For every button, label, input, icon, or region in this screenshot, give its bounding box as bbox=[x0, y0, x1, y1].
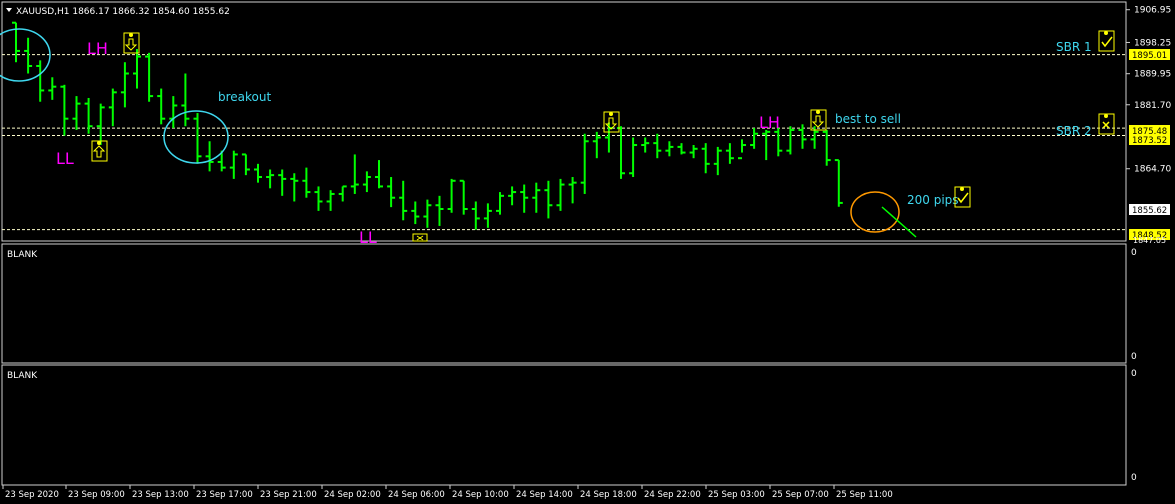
time-label: 24 Sep 22:00 bbox=[644, 490, 701, 500]
time-label: 24 Sep 14:00 bbox=[516, 490, 573, 500]
time-label: 23 Sep 17:00 bbox=[196, 490, 253, 500]
price-tag: 1855.62 bbox=[1129, 204, 1170, 216]
subwindow-1-bottom-label: 0 bbox=[1131, 352, 1137, 362]
label-breakout: breakout bbox=[218, 90, 271, 104]
price-tag: 1873.52 bbox=[1129, 134, 1170, 146]
subwindow-2-top-label: 0 bbox=[1131, 369, 1137, 379]
time-label: 24 Sep 18:00 bbox=[580, 490, 637, 500]
label-ll-left: LL bbox=[56, 149, 74, 168]
label-sbr2: SBR 2 bbox=[1056, 124, 1092, 138]
price-tick-label: 1881.70 bbox=[1134, 101, 1171, 111]
price-tag: 1847.05 bbox=[1133, 236, 1166, 245]
time-label: 23 Sep 21:00 bbox=[260, 490, 317, 500]
time-label: 24 Sep 10:00 bbox=[452, 490, 509, 500]
symbol-header: XAUUSD,H1 1866.17 1866.32 1854.60 1855.6… bbox=[16, 7, 230, 17]
price-tick-label: 1898.25 bbox=[1134, 38, 1171, 48]
background bbox=[0, 0, 1175, 504]
time-label: 23 Sep 13:00 bbox=[132, 490, 189, 500]
subwindow-2-title: BLANK bbox=[7, 371, 38, 381]
time-label: 24 Sep 06:00 bbox=[388, 490, 445, 500]
label-best-to-sell: best to sell bbox=[835, 112, 901, 126]
svg-text:1855.62: 1855.62 bbox=[1132, 206, 1167, 216]
svg-text:1873.52: 1873.52 bbox=[1132, 136, 1167, 146]
label-200-pips: 200 pips bbox=[907, 193, 959, 207]
time-label: 24 Sep 02:00 bbox=[324, 490, 381, 500]
svg-text:1847.05: 1847.05 bbox=[1133, 236, 1166, 245]
time-label: 25 Sep 03:00 bbox=[708, 490, 765, 500]
label-lh-right: LH bbox=[759, 113, 780, 132]
label-lh-left: LH bbox=[87, 39, 108, 58]
label-sbr1: SBR 1 bbox=[1056, 40, 1092, 54]
time-label: 25 Sep 07:00 bbox=[772, 490, 829, 500]
label-ll-bottom: LL bbox=[359, 228, 377, 247]
price-tick-label: 1889.95 bbox=[1134, 70, 1171, 80]
chart-window: XAUUSD,H1 1866.17 1866.32 1854.60 1855.6… bbox=[0, 0, 1175, 504]
time-label: 23 Sep 2020 bbox=[5, 490, 59, 500]
time-label: 25 Sep 11:00 bbox=[836, 490, 893, 500]
subwindow-1-top-label: 0 bbox=[1131, 248, 1137, 258]
svg-text:1895.01: 1895.01 bbox=[1132, 51, 1167, 61]
subwindow-2-bottom-label: 0 bbox=[1131, 473, 1137, 483]
price-tick-label: 1906.95 bbox=[1134, 6, 1171, 16]
time-label: 23 Sep 09:00 bbox=[68, 490, 125, 500]
subwindow-1-title: BLANK bbox=[7, 250, 38, 260]
price-tag: 1895.01 bbox=[1129, 49, 1170, 61]
price-tick-label: 1864.70 bbox=[1134, 165, 1171, 175]
